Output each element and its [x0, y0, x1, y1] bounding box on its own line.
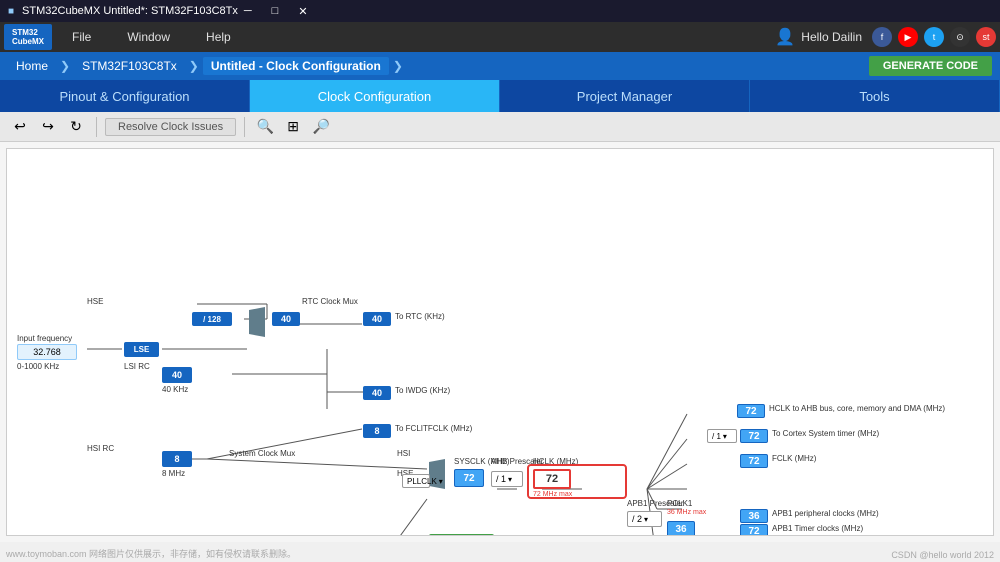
input-freq-top-unit: 0-1000 KHz: [17, 362, 59, 371]
sysclk-value[interactable]: 72: [454, 469, 484, 487]
apb1-select[interactable]: / 2: [627, 511, 662, 527]
cortex-label: To Cortex System timer (MHz): [772, 429, 879, 438]
user-name: Hello Dailin: [801, 30, 862, 44]
statusbar: www.toymoban.com 网络图片仅供展示，非存储，如有侵权请联系删除。…: [0, 542, 1000, 562]
div1-right-select[interactable]: / 1: [707, 429, 737, 443]
hse-top-label: HSE: [87, 297, 103, 306]
menu-file[interactable]: File: [64, 26, 99, 48]
tabs: Pinout & Configuration Clock Configurati…: [0, 80, 1000, 112]
watermark-left: www.toymoban.com 网络图片仅供展示，非存储，如有侵权请联系删除。: [6, 547, 296, 560]
hclk-max-label: 72 MHz max: [533, 491, 572, 498]
menubar: STM32CubeMX File Window Help 👤 Hello Dai…: [0, 22, 1000, 52]
to-iwdg-val: 40: [363, 386, 391, 400]
apb1-timer-label: APB1 Timer clocks (MHz): [772, 524, 863, 533]
apb1-periph-value[interactable]: 36: [740, 509, 768, 523]
to-flit-label: To FCLITFCLK (MHz): [395, 424, 472, 433]
fclk-label: FCLK (MHz): [772, 454, 816, 463]
zoom-out-button[interactable]: 🔎: [309, 115, 333, 139]
menu-window[interactable]: Window: [119, 26, 178, 48]
user-info: 👤 Hello Dailin: [775, 27, 862, 47]
system-clock-mux-label: System Clock Mux: [229, 449, 295, 458]
twitter-icon[interactable]: t: [924, 27, 944, 47]
hse-rtc-val: 40: [272, 312, 300, 326]
bc-home[interactable]: Home: [8, 57, 56, 75]
toolbar: ↩ ↪ ↻ Resolve Clock Issues 🔍 ⊞ 🔎: [0, 112, 1000, 142]
bc-arrow2: ❯: [189, 59, 199, 73]
titlebar: ■ STM32CubeMX Untitled*: STM32F103C8Tx ─…: [0, 0, 1000, 22]
to-flit-val: 8: [363, 424, 391, 438]
main-area: RTC Clock Mux System Clock Mux PLL Sourc…: [0, 142, 1000, 542]
lsi-rc-label: LSI RC: [124, 362, 150, 371]
social-icons: f ▶ t ⊙ st: [872, 27, 996, 47]
lsi-khz-label: 40 KHz: [162, 385, 188, 394]
lsi-value-block: 40: [162, 367, 192, 383]
input-freq-top-value[interactable]: 32.768: [17, 344, 77, 360]
generate-code-button[interactable]: GENERATE CODE: [869, 56, 992, 76]
menu-items: File Window Help: [64, 26, 775, 48]
bc-chip[interactable]: STM32F103C8Tx: [74, 57, 185, 75]
apb1-periph-label: APB1 peripheral clocks (MHz): [772, 509, 879, 518]
pllclk-label: PLLCLK: [402, 474, 430, 488]
tab-tools[interactable]: Tools: [750, 80, 1000, 112]
hclk-label: HCLK (MHz): [533, 457, 578, 466]
hsi-rc-label: HSI RC: [87, 444, 114, 453]
app-logo: STM32CubeMX: [4, 24, 52, 50]
rtc-mux-box: [249, 307, 265, 337]
window-title: STM32CubeMX Untitled*: STM32F103C8Tx: [22, 5, 238, 17]
close-btn[interactable]: ✕: [292, 5, 313, 18]
to-rtc-label: To RTC (KHz): [395, 312, 445, 321]
redo-button[interactable]: ↪: [36, 115, 60, 139]
facebook-icon[interactable]: f: [872, 27, 892, 47]
github-icon[interactable]: ⊙: [950, 27, 970, 47]
hsi-sys-label: HSI: [397, 449, 410, 458]
bc-current: Untitled - Clock Configuration: [203, 57, 389, 75]
clock-diagram: RTC Clock Mux System Clock Mux PLL Sourc…: [6, 148, 994, 536]
maximize-btn[interactable]: □: [266, 5, 285, 18]
toolbar-separator2: [244, 117, 245, 137]
fclk-value[interactable]: 72: [740, 454, 768, 468]
lse-block: LSE: [124, 342, 159, 357]
zoom-in-button[interactable]: 🔍: [253, 115, 277, 139]
hsi-mhz-label: 8 MHz: [162, 469, 185, 478]
toolbar-separator: [96, 117, 97, 137]
to-rtc-val: 40: [363, 312, 391, 326]
apb1-timer-out-value[interactable]: 72: [740, 524, 768, 536]
to-iwdg-label: To IWDG (KHz): [395, 386, 450, 395]
fit-button[interactable]: ⊞: [281, 115, 305, 139]
youtube-icon[interactable]: ▶: [898, 27, 918, 47]
pclk1-label: PCLK1: [667, 499, 692, 508]
div128-block: / 128: [192, 312, 232, 326]
refresh-button[interactable]: ↻: [64, 115, 88, 139]
bc-arrow3: ❯: [393, 59, 403, 73]
minimize-btn[interactable]: ─: [238, 5, 258, 18]
enable-css-button[interactable]: Enable CSS: [429, 534, 494, 536]
pclk1-value[interactable]: 36: [667, 521, 695, 536]
st-icon[interactable]: st: [976, 27, 996, 47]
cortex-value[interactable]: 72: [740, 429, 768, 443]
apb1-max-label: 36 MHz max: [667, 509, 706, 516]
watermark-right: CSDN @hello world 2012: [891, 550, 994, 560]
hclk-ahb-label: HCLK to AHB bus, core, memory and DMA (M…: [769, 404, 945, 413]
hclk-value[interactable]: 72: [533, 469, 571, 489]
tab-pinout[interactable]: Pinout & Configuration: [0, 80, 250, 112]
rtc-mux-label: RTC Clock Mux: [302, 297, 358, 306]
breadcrumb: Home ❯ STM32F103C8Tx ❯ Untitled - Clock …: [0, 52, 1000, 80]
undo-button[interactable]: ↩: [8, 115, 32, 139]
hclk-ahb-value[interactable]: 72: [737, 404, 765, 418]
menu-help[interactable]: Help: [198, 26, 239, 48]
hsi-value-block: 8: [162, 451, 192, 467]
input-freq-top-label: Input frequency: [17, 334, 72, 343]
bc-arrow1: ❯: [60, 59, 70, 73]
tab-clock[interactable]: Clock Configuration: [250, 80, 500, 112]
ahb-select[interactable]: / 1: [491, 471, 523, 487]
resolve-clock-button[interactable]: Resolve Clock Issues: [105, 118, 236, 136]
tab-project[interactable]: Project Manager: [500, 80, 750, 112]
